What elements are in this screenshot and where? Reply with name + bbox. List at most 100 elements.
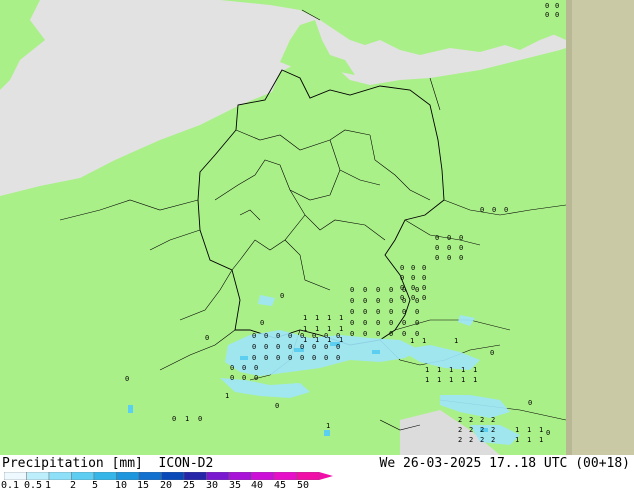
value-marker: 0 [312,354,316,362]
value-marker: 0 [376,319,380,327]
value-marker: 0 [363,330,367,338]
value-marker: 0 [336,332,340,340]
value-marker: 0 [435,254,439,262]
value-marker: 0 [459,254,463,262]
value-marker: 0 [411,274,415,282]
value-marker: 0 [324,354,328,362]
value-marker: 0 [363,308,367,316]
value-marker: 0 [264,354,268,362]
value-marker: 1 [410,337,414,345]
value-marker: 1 [303,314,307,322]
value-marker: 1 [449,376,453,384]
value-marker: 2 [480,436,484,444]
value-marker: 0 [312,343,316,351]
value-marker: 0 [324,332,328,340]
value-marker: 0 [480,206,484,214]
value-marker: 1 [454,337,458,345]
color-scale-swatch [161,472,185,480]
value-marker: 1 [185,415,189,423]
value-marker: 1 [425,366,429,374]
precip-cell-3 [372,350,380,354]
value-marker: 2 [458,416,462,424]
value-marker: 0 [300,332,304,340]
value-marker: 0 [389,297,393,305]
value-marker: 0 [264,332,268,340]
value-marker: 2 [480,426,484,434]
value-marker: 1 [225,392,229,400]
value-marker: 0 [363,319,367,327]
domain-edge-shadow [566,0,572,455]
value-marker: 0 [350,319,354,327]
value-marker: 0 [252,354,256,362]
valid-time-label: We 26-03-2025 17..18 UTC (00+18) [379,456,630,471]
value-marker: 1 [473,366,477,374]
value-marker: 2 [469,426,473,434]
value-marker: 1 [422,337,426,345]
value-marker: 0 [280,292,284,300]
value-marker: 2 [491,436,495,444]
value-marker: 0 [276,343,280,351]
value-marker: 0 [230,374,234,382]
value-marker: 1 [326,422,330,430]
value-marker: 0 [415,319,419,327]
value-marker: 0 [252,332,256,340]
color-scale-swatch [138,472,162,480]
value-marker: 0 [415,297,419,305]
value-marker: 0 [350,330,354,338]
color-scale-swatch [116,472,140,480]
color-scale-arrow [319,472,333,480]
value-marker: 0 [336,354,340,362]
outside-domain [566,0,634,455]
value-marker: 1 [327,314,331,322]
value-marker: 2 [469,436,473,444]
value-marker: 0 [492,206,496,214]
value-marker: 0 [254,374,258,382]
color-scale-swatch [251,472,275,480]
value-marker: 0 [422,294,426,302]
value-marker: 0 [376,286,380,294]
value-marker: 0 [242,374,246,382]
value-marker: 1 [527,426,531,434]
value-marker: 0 [411,284,415,292]
value-marker: 1 [473,376,477,384]
value-marker: 0 [459,244,463,252]
color-scale-swatch [183,472,207,480]
value-marker: 0 [260,319,264,327]
value-marker: 0 [415,330,419,338]
value-marker: 0 [363,297,367,305]
color-scale-swatch [296,472,320,480]
value-marker: 2 [491,426,495,434]
value-marker: 0 [400,264,404,272]
value-marker: 2 [491,416,495,424]
value-marker: 0 [411,264,415,272]
value-marker: 0 [459,234,463,242]
value-marker: 1 [515,426,519,434]
precip-cell-4 [240,356,248,360]
value-marker: 1 [527,436,531,444]
value-marker: 0 [288,343,292,351]
value-marker: 0 [402,308,406,316]
value-marker: 0 [350,308,354,316]
value-marker: 0 [400,294,404,302]
value-marker: 0 [376,297,380,305]
value-marker: 0 [400,284,404,292]
value-marker: 0 [546,429,550,437]
value-marker: 0 [350,297,354,305]
precip-cell-5 [324,430,330,436]
color-scale-swatch [26,472,50,480]
value-marker: 0 [276,354,280,362]
value-marker: 0 [264,343,268,351]
value-marker: 2 [480,416,484,424]
model-label: ICON-D2 [158,456,214,471]
value-marker: 1 [339,314,343,322]
title-left: Precipitation [mm] ICON-D2 [2,457,213,471]
color-scale [4,472,333,480]
value-marker: 0 [254,364,258,372]
value-marker: 0 [545,2,549,10]
value-marker: 1 [315,314,319,322]
value-marker: 0 [288,332,292,340]
color-scale-swatch [71,472,95,480]
color-scale-swatch [206,472,230,480]
value-marker: 0 [300,343,304,351]
value-marker: 2 [458,436,462,444]
